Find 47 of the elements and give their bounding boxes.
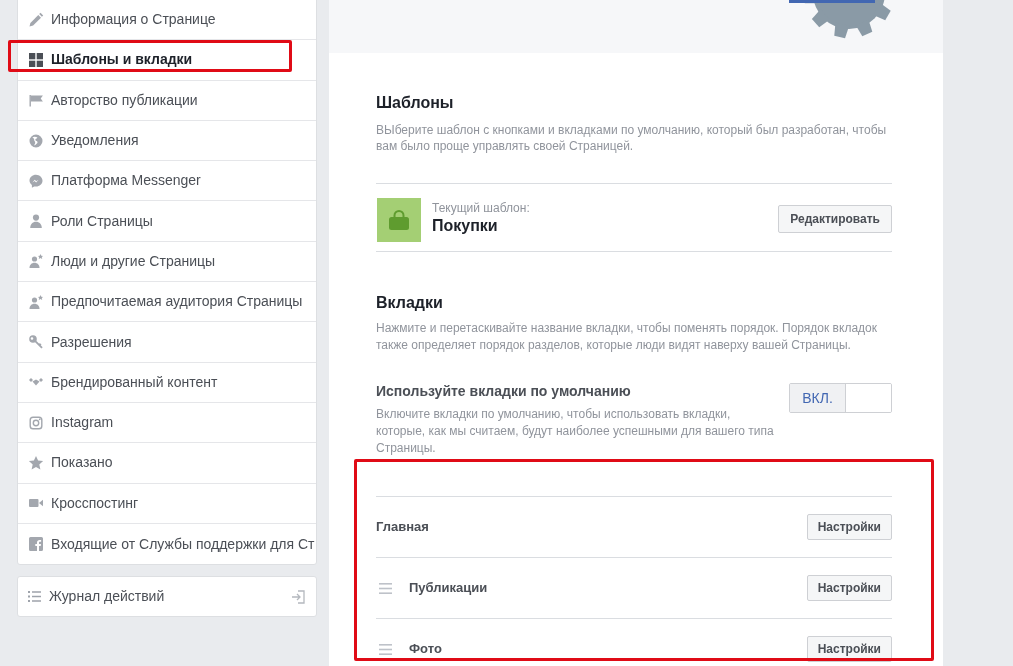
exit-arrow-icon bbox=[292, 589, 305, 604]
sidebar-item[interactable]: Входящие от Службы поддержки для Ст bbox=[18, 523, 316, 565]
letter-f-icon bbox=[28, 536, 44, 552]
section-description: ВЫберите шаблон с кнопками и вкладками по умолчанию, который был разработан, чтобы вам было проще управлять своей Страницей. bbox=[376, 122, 888, 154]
sidebar-item[interactable]: Люди и другие Страницы bbox=[18, 241, 316, 283]
tab-name: Фото bbox=[409, 640, 442, 659]
sidebar-item[interactable]: Платформа Messenger bbox=[18, 161, 316, 202]
sidebar-item[interactable]: Кросспостинг bbox=[18, 483, 316, 524]
star-icon bbox=[28, 454, 44, 471]
list-icon bbox=[28, 591, 41, 603]
sidebar-item[interactable]: Разрешения bbox=[18, 322, 316, 363]
flag-icon bbox=[28, 92, 44, 109]
key-icon bbox=[28, 334, 44, 350]
sidebar-item[interactable]: Предпочитаемая аудитория Страницы bbox=[18, 282, 316, 323]
activity-log-item[interactable]: Журнал действий bbox=[17, 576, 317, 618]
sidebar-item[interactable]: Уведомления bbox=[18, 120, 316, 162]
settings-button[interactable]: Настройки bbox=[806, 514, 892, 540]
person-star-icon bbox=[28, 253, 44, 270]
sidebar-item[interactable]: Информация о Странице bbox=[18, 0, 316, 41]
sidebar-item[interactable]: Авторство публикации bbox=[18, 80, 316, 121]
globe-icon bbox=[28, 132, 44, 149]
sidebar-item[interactable]: Показано bbox=[18, 443, 316, 484]
edit-button[interactable]: Редактировать bbox=[778, 205, 892, 233]
pencil-icon bbox=[28, 11, 44, 28]
tab-name: Главная bbox=[376, 518, 429, 537]
drag-handle-icon[interactable] bbox=[379, 582, 392, 594]
person-icon bbox=[28, 213, 44, 230]
sidebar-item[interactable]: Instagram bbox=[18, 402, 316, 444]
camera-outline-icon bbox=[28, 414, 44, 431]
tab-name: Публикации bbox=[409, 579, 488, 598]
section-description: Нажмите и перетаскивайте название вкладки, чтобы поменять порядок. Порядок вкладок также определяет порядок разделов, которые люди видят наверху вашей Страницы. bbox=[376, 320, 878, 354]
sidebar-item[interactable]: Брендированный контент bbox=[18, 362, 316, 403]
grid-icon bbox=[28, 51, 44, 68]
shopping-bag-icon bbox=[377, 198, 421, 242]
drag-handle-icon[interactable] bbox=[379, 643, 392, 655]
sidebar-item[interactable]: Шаблоны и вкладки bbox=[18, 40, 316, 81]
toggle-switch[interactable]: ВКЛ. bbox=[789, 383, 892, 413]
current-template-name: Покупки bbox=[432, 216, 499, 236]
sidebar-item[interactable]: Роли Страницы bbox=[18, 201, 316, 242]
setting-description: Включите вкладки по умолчанию, чтобы использовать вкладки, которые, как мы считаем, будут наиболее успешными для вашего типа Страницы. bbox=[376, 406, 775, 457]
person-star-icon bbox=[28, 293, 44, 310]
setting-title: Используйте вкладки по умолчанию bbox=[376, 382, 632, 400]
current-template-caption: Текущий шаблон: bbox=[432, 200, 530, 216]
settings-button[interactable]: Настройки bbox=[806, 575, 892, 601]
section-title: Шаблоны bbox=[376, 93, 455, 113]
section-title: Вкладки bbox=[376, 293, 444, 313]
chat-bubble-icon bbox=[28, 172, 44, 189]
